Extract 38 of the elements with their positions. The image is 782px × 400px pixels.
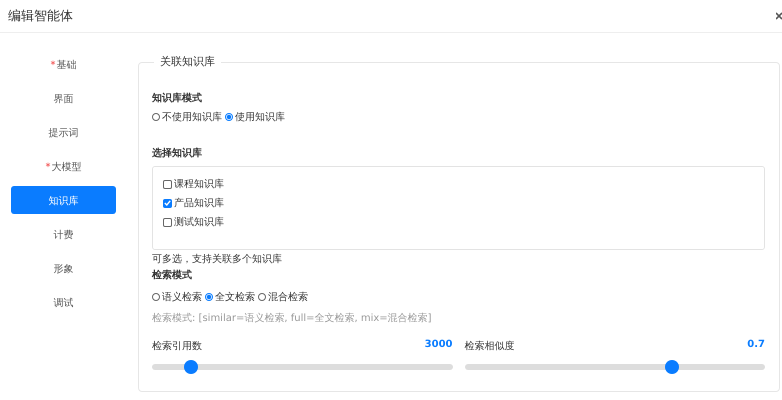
radio-button[interactable] [205, 293, 213, 301]
dialog-title: 编辑智能体 [8, 8, 73, 25]
slider-thumb[interactable] [184, 360, 198, 374]
slider-label: 检索引用数 [152, 340, 202, 353]
radio-button[interactable] [258, 293, 266, 301]
checkbox[interactable] [163, 218, 172, 226]
radio-label[interactable]: 混合检索 [268, 290, 308, 304]
slider-label: 检索相似度 [464, 340, 514, 353]
sidebar-item[interactable]: 计费 [11, 220, 116, 248]
field-label: 检索模式 [152, 268, 193, 282]
checkbox[interactable] [163, 198, 172, 208]
radio-label[interactable]: 语义检索 [162, 290, 202, 304]
checkbox-label[interactable]: 产品知识库 [174, 196, 224, 210]
close-icon[interactable] [776, 12, 782, 20]
radio-label[interactable]: 不使用知识库 [162, 110, 222, 124]
sidebar-item[interactable]: 调试 [11, 288, 116, 316]
hint-text: 检索模式: [similar=语义检索, full=全文检索, mix=混合检索] [152, 312, 433, 325]
sidebar-item[interactable]: *大模型 [11, 152, 116, 180]
slider-thumb[interactable] [664, 360, 679, 374]
hint-text: 可多选，支持关联多个知识库 [152, 252, 283, 266]
panel-legend: 关联知识库 [154, 54, 221, 69]
checkbox[interactable] [163, 180, 172, 188]
radio-label[interactable]: 全文检索 [215, 290, 255, 304]
radio-label[interactable]: 使用知识库 [235, 110, 285, 124]
slider-value: 3000 [424, 339, 452, 352]
sidebar-item[interactable]: 界面 [11, 84, 116, 112]
sidebar-item[interactable]: 形象 [11, 254, 116, 282]
sidebar-item[interactable]: 提示词 [11, 118, 116, 146]
checkbox-label[interactable]: 测试知识库 [174, 215, 224, 229]
radio-button[interactable] [225, 113, 233, 121]
sidebar-item[interactable]: 知识库 [11, 186, 116, 214]
slider-value: 0.7 [747, 339, 765, 352]
radio-button[interactable] [152, 113, 160, 121]
sidebar-item[interactable]: *基础 [11, 50, 116, 78]
field-label: 知识库模式 [152, 91, 203, 105]
radio-button[interactable] [152, 293, 160, 301]
field-label: 选择知识库 [152, 146, 203, 160]
checkbox-label[interactable]: 课程知识库 [174, 177, 224, 191]
